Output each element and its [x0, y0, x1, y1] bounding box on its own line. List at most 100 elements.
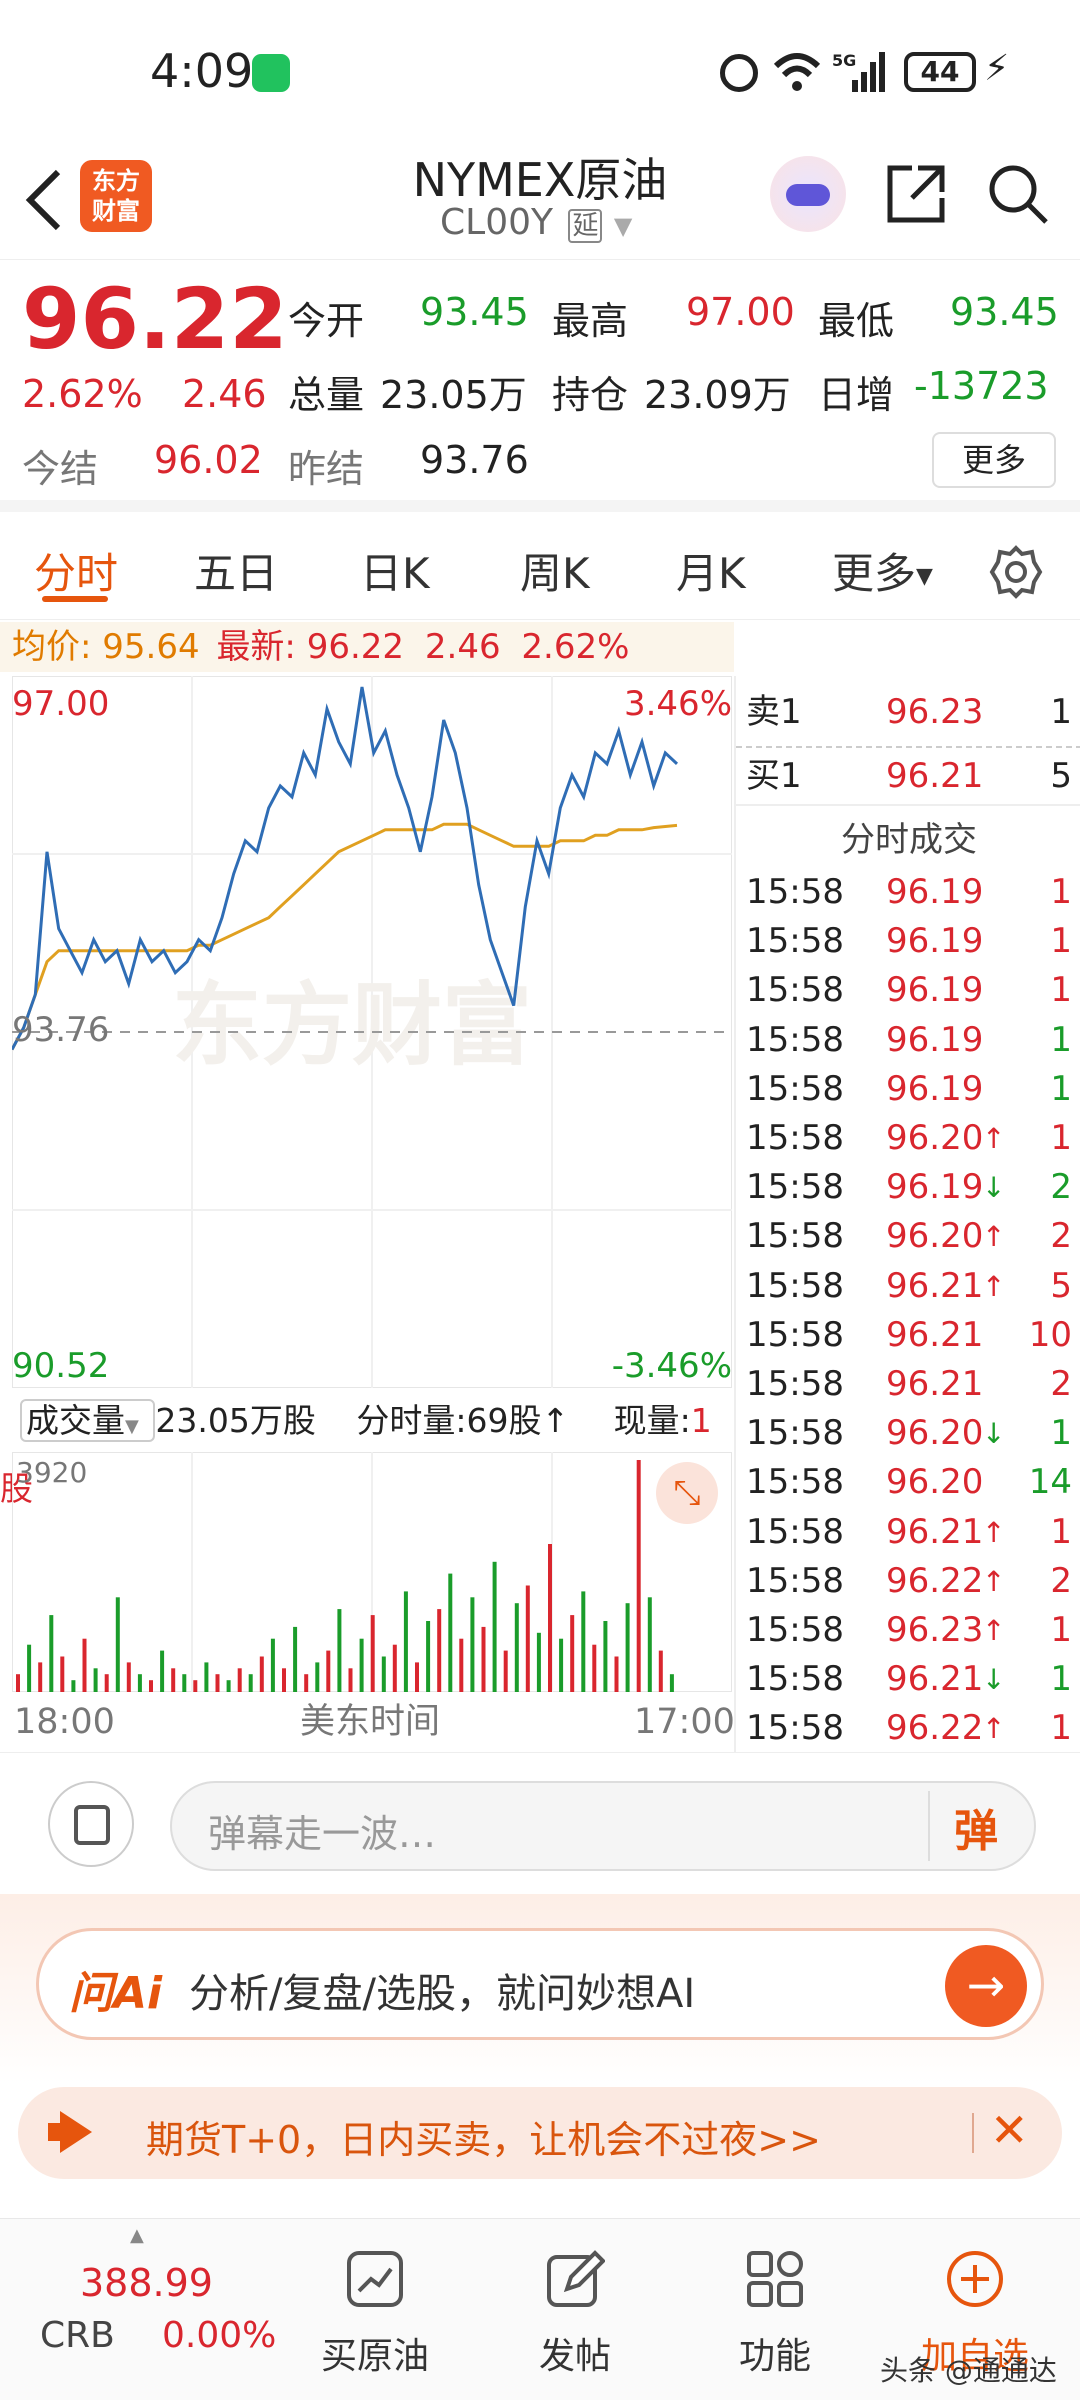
- edit-icon: [547, 2250, 605, 2307]
- post-button[interactable]: 发帖: [485, 2219, 665, 2401]
- caret-down-icon: ▼: [916, 564, 933, 589]
- tick-price: 96.23: [886, 1610, 984, 1650]
- functions-button[interactable]: 功能: [685, 2219, 865, 2401]
- ticks-title: 分时成交: [841, 820, 977, 860]
- tab-weekly-k[interactable]: 周K: [520, 540, 590, 601]
- crb-value: 388.99: [80, 2261, 213, 2305]
- tick-arrow-icon: ↑: [982, 1515, 1006, 1549]
- tick-row: 15:58 96.19 1: [746, 1065, 1072, 1114]
- tick-qty: 14: [1028, 1462, 1072, 1503]
- crb-index[interactable]: ▲ 388.99 CRB 0.00%: [0, 2219, 290, 2401]
- open-label: 今开: [288, 299, 365, 343]
- volume-bar: [270, 1638, 275, 1692]
- volume-bar: [459, 1638, 464, 1692]
- danmu-button[interactable]: 弹: [954, 1795, 998, 1859]
- book-separator: [736, 804, 1080, 806]
- tick-row: 15:58 96.21 10: [746, 1311, 1072, 1360]
- oi-value: 23.09万: [644, 373, 791, 417]
- tick-qty: 5: [1050, 1265, 1072, 1306]
- tick-price: 96.19: [886, 1167, 984, 1208]
- tick-qty: 10: [1028, 1314, 1072, 1355]
- volume-selector-label: 成交量: [26, 1401, 125, 1440]
- app-logo[interactable]: 东方 财富: [80, 160, 152, 232]
- volume-bar: [304, 1674, 309, 1692]
- tick-qty: 2: [1050, 1167, 1072, 1208]
- tick-volume-value: 69股: [466, 1401, 542, 1440]
- tick-arrow-icon: ↓: [982, 1417, 1006, 1451]
- tick-qty: 1: [1050, 1118, 1072, 1158]
- now-volume-label: 现量:: [613, 1401, 691, 1440]
- contract-code[interactable]: CL00Y 延 ▼: [440, 202, 632, 243]
- volume-bar: [448, 1573, 453, 1692]
- promo-banner[interactable]: 期货T+0，日内买卖，让机会不过夜>> ✕: [18, 2087, 1062, 2179]
- ai-entry[interactable]: 问Ai 分析/复盘/选股，就问妙想AI →: [36, 1928, 1044, 2040]
- volume-bar: [38, 1662, 43, 1692]
- tick-arrow-icon: ↓: [982, 1663, 1006, 1697]
- tick-row: 15:58 96.22 ↑ 2: [746, 1557, 1072, 1606]
- tab-intraday[interactable]: 分时: [34, 540, 118, 601]
- tab-monthly-k[interactable]: 月K: [676, 540, 746, 601]
- tick-time: 15:58: [746, 872, 844, 912]
- volume-bar: [16, 1674, 20, 1692]
- volume-bar: [282, 1668, 286, 1692]
- tick-qty: 2: [1050, 1560, 1072, 1601]
- tick-row: 15:58 96.21 ↓ 1: [746, 1655, 1072, 1704]
- share-icon[interactable]: [884, 162, 948, 226]
- volume-bar: [437, 1609, 442, 1692]
- close-icon[interactable]: ✕: [990, 2103, 1029, 2157]
- high-value: 97.00: [686, 290, 795, 334]
- tick-qty: 1: [1050, 1413, 1072, 1454]
- tick-row: 15:58 96.21 ↑ 5: [746, 1262, 1072, 1311]
- tab-more[interactable]: 更多▼: [832, 540, 933, 601]
- tick-time: 15:58: [746, 1314, 844, 1355]
- tick-price: 96.20: [886, 1462, 984, 1503]
- ai-robot-icon[interactable]: [770, 156, 846, 232]
- chart-watermark: 东方财富: [172, 973, 532, 1078]
- tick-qty: 1: [1050, 1511, 1072, 1552]
- danmu-input[interactable]: 弹幕走一波… 弹: [170, 1781, 1036, 1871]
- tick-time: 15:58: [746, 1413, 844, 1454]
- low-value: 93.45: [950, 290, 1059, 334]
- tick-arrow-icon: ↑: [982, 1220, 1006, 1254]
- tick-time: 15:58: [746, 1364, 844, 1404]
- tick-price: 96.21: [886, 1659, 984, 1700]
- volume-bar: [636, 1460, 641, 1692]
- volume-bar: [548, 1544, 552, 1692]
- comment-list-icon[interactable]: [48, 1781, 134, 1867]
- title-bar: 东方 财富 NYMEX原油 CL00Y 延 ▼: [0, 140, 1080, 260]
- settings-icon[interactable]: [988, 544, 1044, 600]
- tick-time: 15:58: [746, 970, 844, 1011]
- more-button[interactable]: 更多: [932, 432, 1056, 488]
- tick-time: 15:58: [746, 1019, 844, 1060]
- volume-bar: [315, 1662, 320, 1692]
- search-icon[interactable]: [986, 162, 1050, 226]
- ai-assistant-bar: 问Ai 分析/复盘/选股，就问妙想AI →: [0, 1894, 1080, 2084]
- tick-price: 96.21: [886, 1511, 984, 1552]
- volume-chart[interactable]: 3920 ⤡: [11, 1451, 733, 1693]
- danmu-divider: [928, 1791, 930, 1861]
- avg-value: 95.64: [102, 627, 200, 667]
- tab-more-label: 更多: [832, 549, 917, 598]
- latest-pct: 2.62%: [521, 627, 630, 667]
- tab-five-day[interactable]: 五日: [194, 540, 278, 601]
- volume-bar: [614, 1656, 619, 1692]
- volume-bar: [415, 1662, 419, 1692]
- sell-1-qty: 1: [1050, 692, 1072, 732]
- intraday-chart[interactable]: 东方财富 97.00 3.46% 93.76 90.52 -3.46%: [10, 675, 733, 1389]
- buy-crude-button[interactable]: 买原油: [285, 2219, 465, 2401]
- tick-price: 96.22: [886, 1560, 984, 1601]
- logo-line1: 东方: [92, 167, 140, 195]
- volume-bar: [381, 1656, 386, 1692]
- tick-price: 96.21: [886, 1314, 984, 1355]
- tick-qty: 1: [1050, 1610, 1072, 1650]
- volume-selector[interactable]: 成交量▼: [20, 1399, 156, 1442]
- tab-daily-k[interactable]: 日K: [360, 540, 430, 601]
- arrow-right-icon[interactable]: →: [945, 1945, 1027, 2027]
- volume-bar: [581, 1591, 586, 1692]
- tick-row: 15:58 96.19 1: [746, 917, 1072, 966]
- tick-row: 15:58 96.20 ↑ 2: [746, 1212, 1072, 1261]
- prev-settle-label: 昨结: [288, 447, 365, 491]
- crb-change: 0.00%: [162, 2315, 277, 2356]
- back-icon[interactable]: [24, 168, 64, 232]
- expand-icon[interactable]: ⤡: [656, 1462, 718, 1524]
